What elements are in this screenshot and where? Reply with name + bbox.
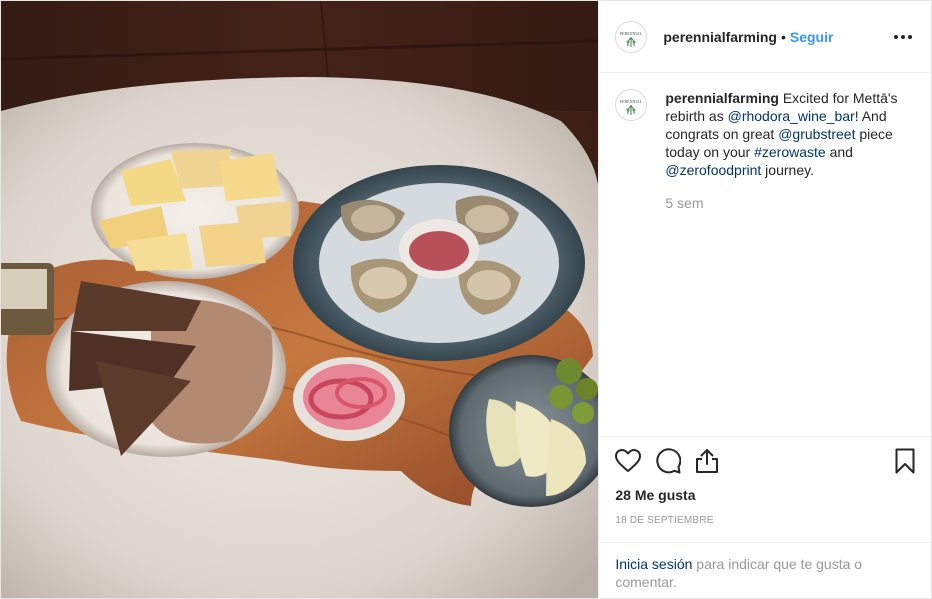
avatar[interactable]: PERENNIAL (615, 20, 648, 53)
svg-text:PERENNIAL: PERENNIAL (620, 99, 643, 104)
action-icons (615, 437, 915, 485)
svg-text:PERENNIAL: PERENNIAL (620, 31, 643, 36)
comment-button[interactable] (655, 441, 695, 481)
save-button[interactable] (875, 441, 915, 481)
header-username[interactable]: perennialfarming (663, 29, 777, 45)
share-button[interactable] (695, 441, 735, 481)
comment-icon (656, 448, 682, 474)
instagram-post: PERENNIAL perennialfarming • Seguir PERE… (0, 0, 932, 599)
more-options-button[interactable] (891, 25, 915, 49)
login-link[interactable]: Inicia sesión (615, 556, 692, 572)
perennial-logo-icon: PERENNIAL (617, 91, 646, 119)
caption-username[interactable]: perennialfarming (665, 90, 779, 106)
mention-link[interactable]: @grubstreet (778, 126, 855, 142)
login-prompt: Inicia sesión para indicar que te gusta … (599, 542, 931, 598)
post-header: PERENNIAL perennialfarming • Seguir (599, 1, 931, 73)
comments-section: PERENNIAL perennialfarming Excited for M… (599, 73, 931, 436)
post-side-panel: PERENNIAL perennialfarming • Seguir PERE… (598, 1, 931, 598)
more-options-icon (894, 34, 912, 39)
share-icon (696, 449, 719, 473)
caption-text: perennialfarming Excited for Mettā's reb… (665, 89, 909, 179)
actions-section: 28 Me gusta 18 DE SEPTIEMBRE (599, 436, 931, 542)
time-ago[interactable]: 5 sem (665, 195, 915, 211)
like-button[interactable] (615, 441, 655, 481)
mention-link[interactable]: @zerofoodprint (665, 162, 761, 178)
likes-count[interactable]: 28 Me gusta (615, 487, 915, 503)
bookmark-icon (895, 448, 915, 474)
follow-button[interactable]: Seguir (790, 29, 834, 45)
caption-avatar[interactable]: PERENNIAL (615, 89, 648, 121)
separator-dot: • (780, 28, 786, 45)
post-photo[interactable] (1, 1, 599, 598)
perennial-logo-icon: PERENNIAL (617, 22, 646, 51)
caption-row: PERENNIAL perennialfarming Excited for M… (615, 89, 915, 179)
heart-icon (615, 449, 642, 472)
hashtag-link[interactable]: #zerowaste (754, 144, 826, 160)
post-date[interactable]: 18 DE SEPTIEMBRE (615, 515, 915, 526)
caption-part: and (825, 144, 853, 160)
mention-link[interactable]: @rhodora_wine_bar (728, 108, 855, 124)
caption-part: journey. (761, 162, 814, 178)
food-platter-image (1, 1, 599, 598)
